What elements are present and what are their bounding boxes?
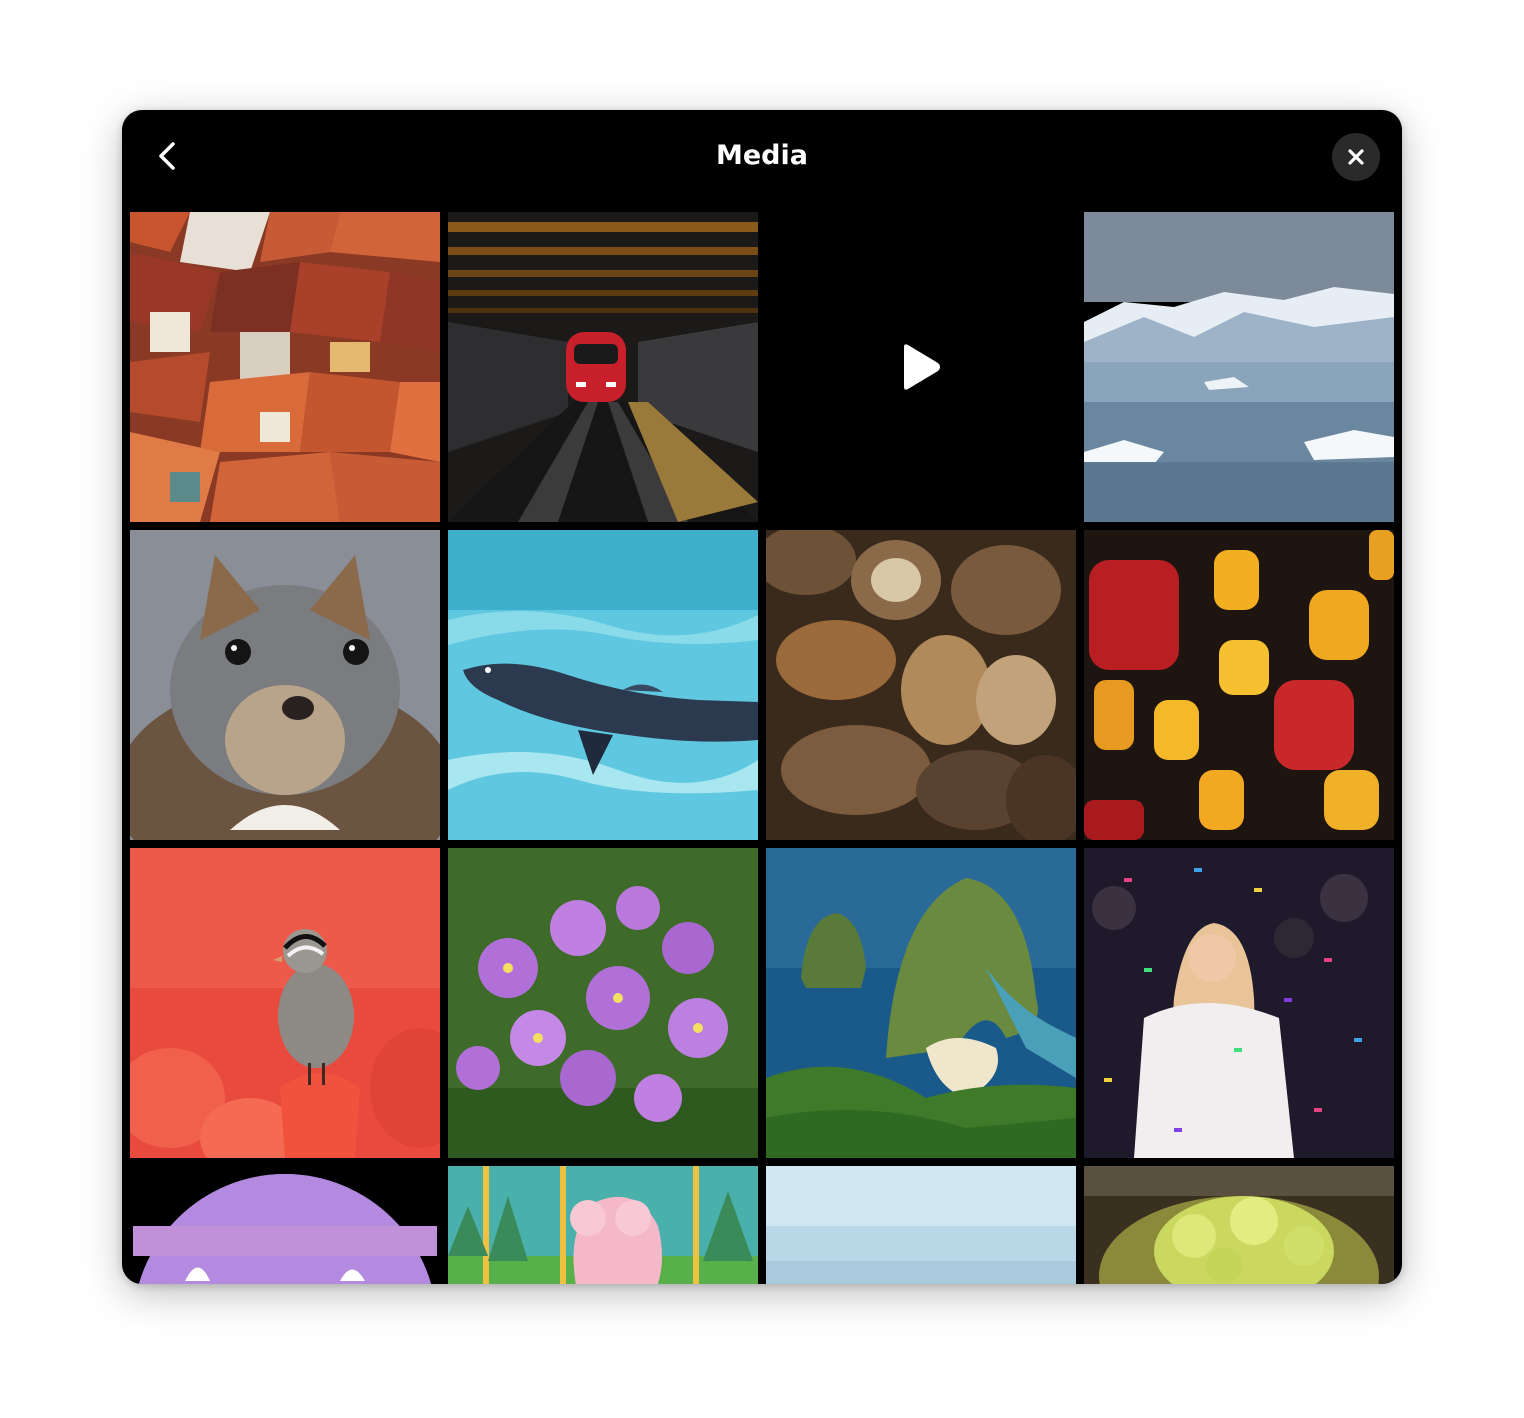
media-thumbnail-sticker[interactable]: [130, 1166, 440, 1284]
play-icon: [904, 344, 940, 390]
media-thumbnail-bird[interactable]: [130, 848, 440, 1158]
page-title: Media: [716, 140, 808, 171]
media-thumbnail-cliff[interactable]: [766, 848, 1076, 1158]
close-icon: [1348, 149, 1364, 165]
media-thumbnail-squirrel[interactable]: [130, 530, 440, 840]
media-thumbnail-icebergs[interactable]: [1084, 212, 1394, 522]
media-thumbnail-video[interactable]: [766, 212, 1076, 522]
media-window: Media: [122, 110, 1402, 1284]
media-thumbnail-rooftops[interactable]: [130, 212, 440, 522]
header-bar: Media: [122, 110, 1402, 206]
media-thumbnail-penguin[interactable]: [448, 530, 758, 840]
close-button[interactable]: [1332, 133, 1380, 181]
media-grid: [130, 212, 1394, 1284]
media-thumbnail-train[interactable]: [448, 212, 758, 522]
media-thumbnail-celebration[interactable]: [1084, 848, 1394, 1158]
media-thumbnail-cartoon[interactable]: [448, 1166, 758, 1284]
media-thumbnail-sea[interactable]: [766, 1166, 1076, 1284]
media-thumbnail-flowers[interactable]: [448, 848, 758, 1158]
media-thumbnail-lanterns[interactable]: [1084, 530, 1394, 840]
media-thumbnail-romanesco[interactable]: [1084, 1166, 1394, 1284]
media-thumbnail-nuts[interactable]: [766, 530, 1076, 840]
